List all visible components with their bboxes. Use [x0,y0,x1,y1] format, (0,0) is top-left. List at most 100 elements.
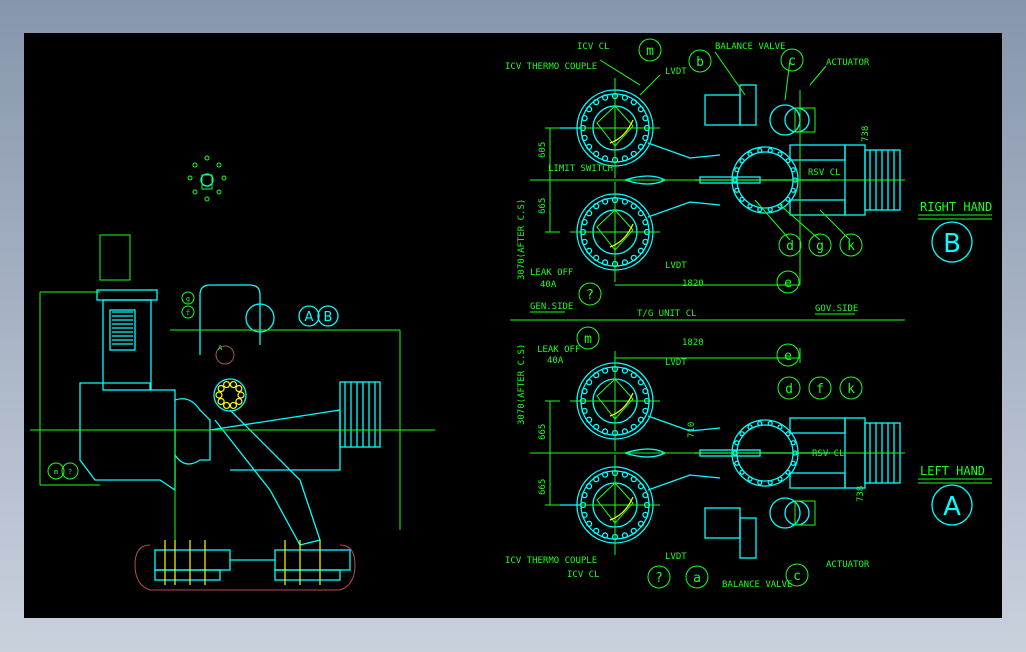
title-left-hand: LEFT HAND [920,464,985,478]
section-mark: A [218,344,223,352]
dim-665-a: 665 [538,424,548,440]
bolt [757,206,763,213]
mark-a: A [943,492,961,522]
bolt [237,391,245,399]
support-block [274,549,351,571]
mini-balloon [216,189,222,195]
mini-balloon [192,189,198,195]
leader-line [639,74,661,96]
bolt [739,469,745,475]
view-mark-b: B [324,310,333,325]
balloon-q: ? [578,282,602,306]
bolt [739,431,745,437]
dim-738: 738 [861,126,871,142]
mini-balloon [216,162,222,168]
label-rsv-cl: RSV CL [808,168,841,178]
balloon-label: b [696,55,704,70]
bolt [235,397,243,406]
left-hand-view: LEAK OFF 40A LVDT 1820 3070(AFTER C.S) 6… [505,338,985,590]
dim-3070: 3070(AFTER C.S) [517,344,527,425]
balloon-label: m [646,44,654,59]
bolt [747,151,753,157]
label-actuator: ACTUATOR [826,58,870,68]
balloon-label: c [788,54,796,69]
label-leak-size: 40A [540,280,557,290]
cad-drawing-canvas[interactable]: ICV CL ICV THERMO COUPLE LVDT BALANCE VA… [24,33,1002,618]
balloon-label: ? [655,571,663,586]
balloon-k: k [839,376,863,400]
balloon-label: a [693,571,701,586]
view-mark-a: A [305,310,314,325]
label-lvdt: LVDT [665,67,687,77]
drawing-geometry [30,51,992,591]
bolt [734,187,740,193]
dim-605: 605 [538,142,548,158]
rsv-bracket [789,199,846,216]
support-block [154,549,231,571]
title-right-hand: RIGHT HAND [920,200,992,214]
mini-balloon [221,175,227,181]
rsv-bracket [789,417,846,434]
label-balance-valve: BALANCE VALVE [722,580,792,590]
bolt [790,460,796,466]
bolt [235,384,243,393]
valve-body-elevation [79,382,176,492]
balloon-label: k [847,239,855,254]
pipe-loop [199,284,261,355]
leader-line [599,59,641,86]
label-leak-off: LEAK OFF [530,268,573,278]
casing-elevation [209,409,341,471]
bolt [734,167,740,173]
balloon-d: d [778,233,802,257]
outlet-flange [339,381,381,448]
bolt [217,384,225,393]
balance-valve-body [704,94,741,126]
bolt [747,203,753,209]
balloon-label: g [816,239,824,254]
bolt [790,187,796,193]
thermo-lead [609,223,634,248]
mini-view [200,173,214,187]
bolt [229,401,237,410]
balloon-b: b [688,49,712,73]
bolt [223,401,231,410]
balloon-label: f [816,382,824,397]
balloon-d: d [777,376,801,400]
label-lvdt: LVDT [665,358,687,368]
actuator-elevation [99,234,131,281]
bolt [777,151,783,157]
tg-unit-centerline: GEN.SIDE T/G UNIT CL GOV.SIDE [530,302,858,319]
balloon-m: m [638,38,662,62]
label-icv-cl: ICV CL [567,570,600,580]
elevation-view: A B g f m ? A [54,295,333,476]
rsv-bracket [789,472,846,489]
bolt [215,391,223,399]
right-hand-view: ICV CL ICV THERMO COUPLE LVDT BALANCE VA… [505,42,992,290]
label-tg-unit-cl: T/G UNIT CL [637,309,697,319]
mini-balloon [204,155,210,161]
thermo-lead [609,496,634,521]
bolt [767,479,773,486]
balloon-label: e [784,276,792,291]
label-lvdt-bottom: LVDT [665,552,687,562]
support-outline [134,544,356,591]
dim-710: 710 [687,422,697,438]
balloon-label: e [784,349,792,364]
thermo-lead [609,392,634,417]
balance-valve-body [704,507,741,539]
balloon-c: c [785,563,809,587]
balloon-e: e [776,270,800,294]
dim-665-b: 665 [538,479,548,495]
bolt [767,206,773,213]
dim-665: 665 [538,198,548,214]
mini-balloon [204,196,210,202]
label-actuator: ACTUATOR [826,560,870,570]
label-thermo-couple: ICV THERMO COUPLE [505,62,597,72]
balance-valve-stem [739,517,757,559]
bolt [767,420,773,427]
label-balance-valve: BALANCE VALVE [715,42,785,52]
balloon-c: c [780,48,804,72]
bolt [757,420,763,427]
bolt [739,196,745,202]
balloon-f: f [808,376,832,400]
